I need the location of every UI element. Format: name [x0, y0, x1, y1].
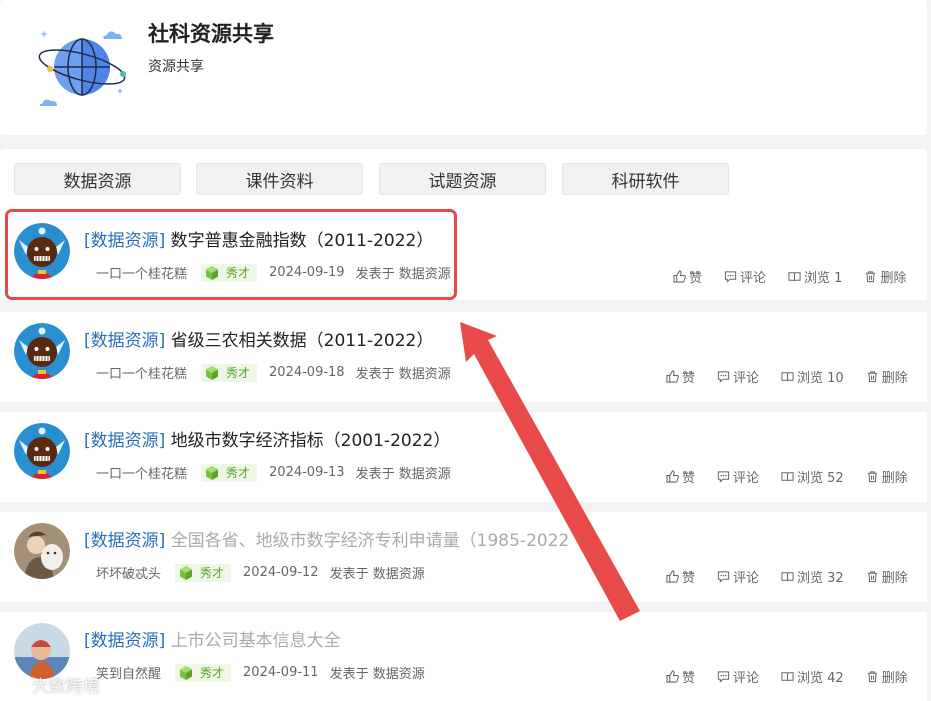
- annotation-arrow-icon: [460, 322, 640, 621]
- watermark-text: 大数跨境: [32, 677, 100, 697]
- watermark: 大数跨境: [6, 672, 100, 697]
- watermark-logo-icon: [7, 677, 24, 692]
